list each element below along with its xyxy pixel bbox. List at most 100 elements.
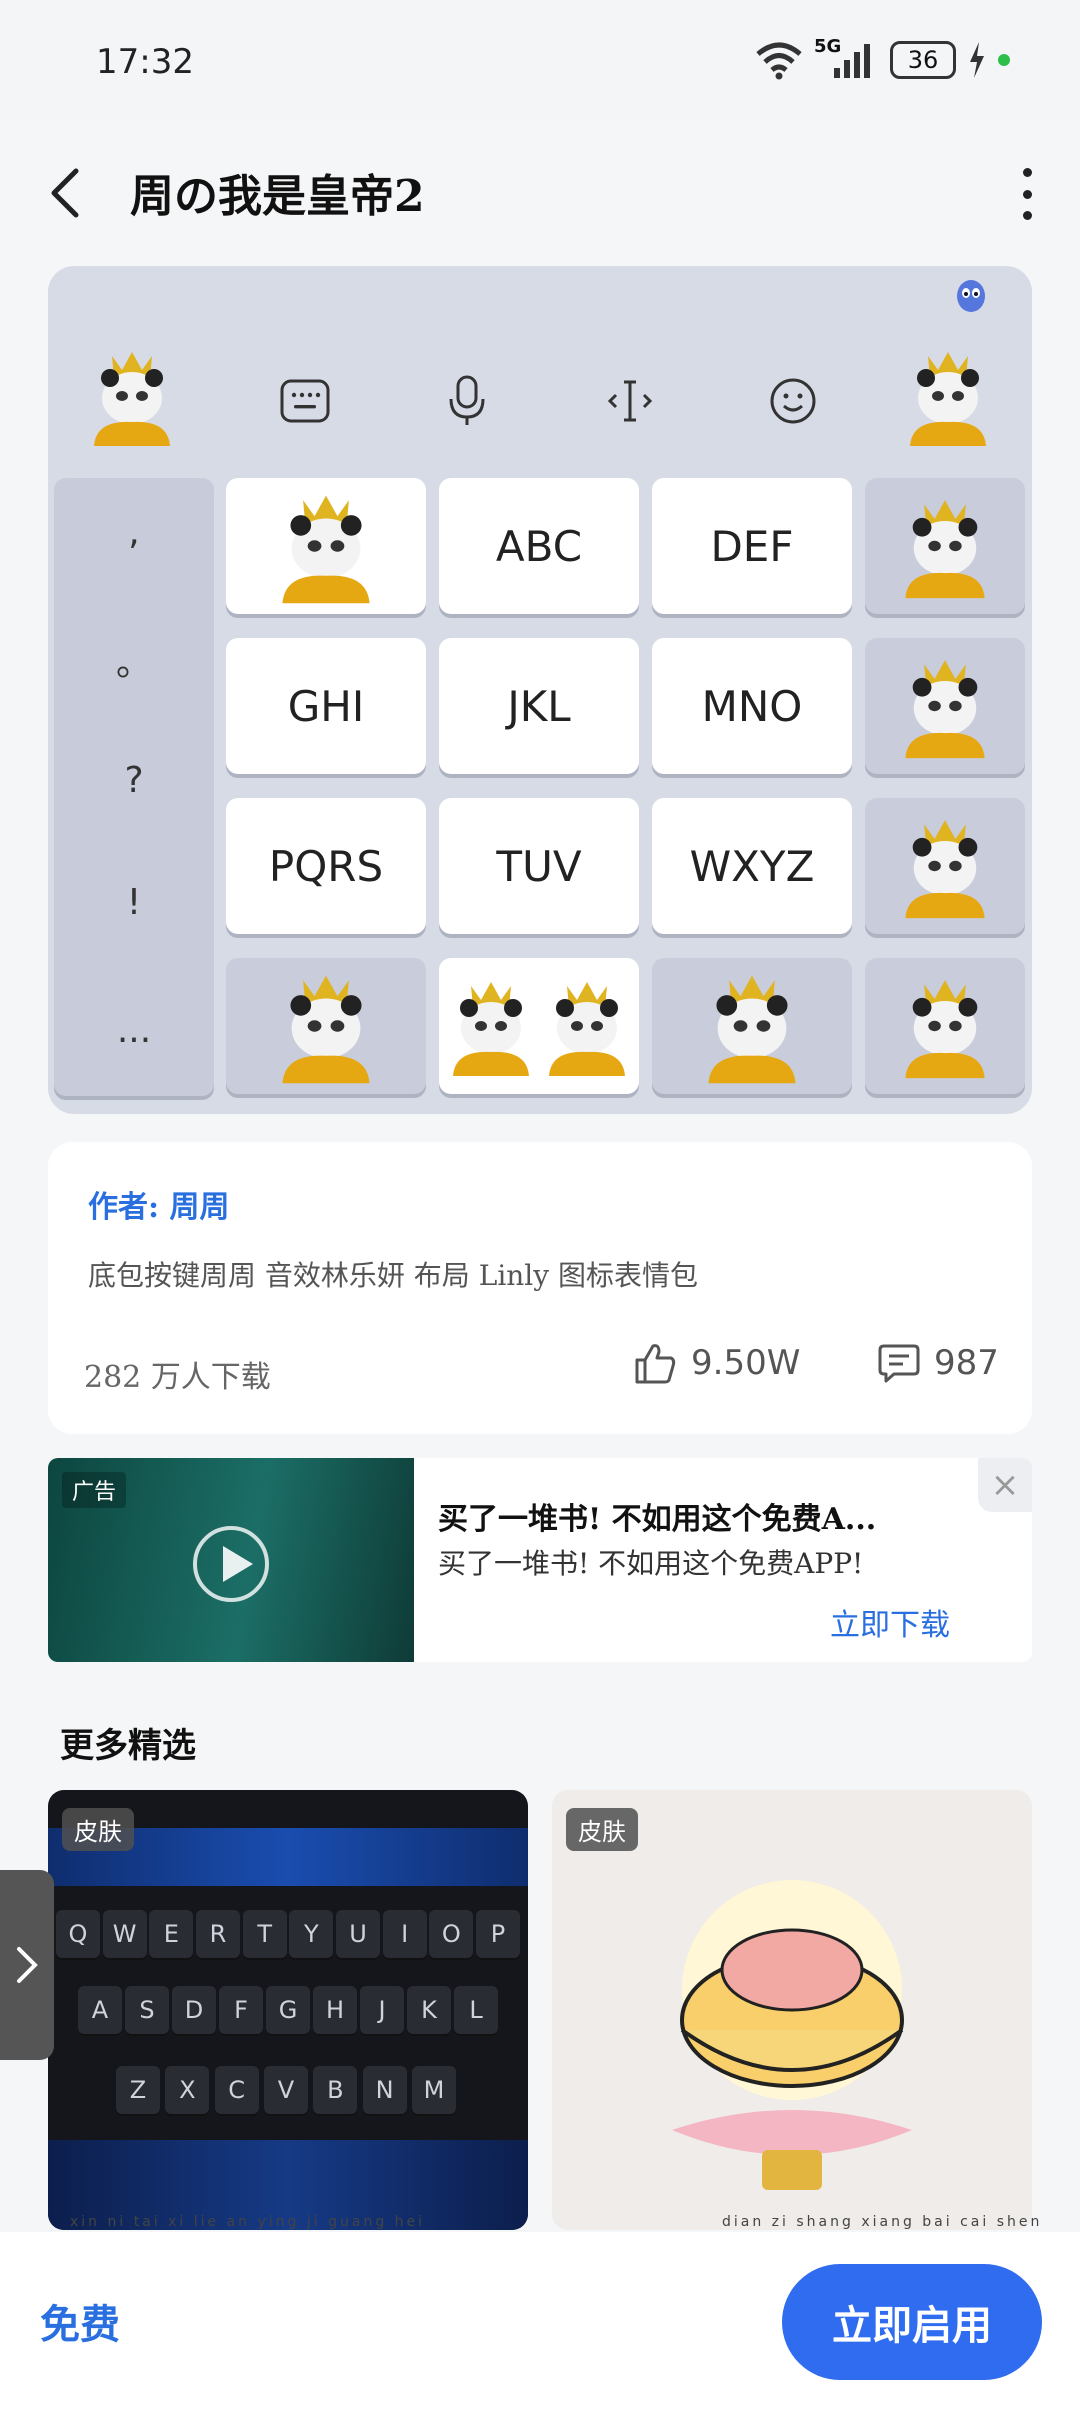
cursor-move-icon[interactable] (595, 366, 665, 436)
symbol-column: , 。 ? ! ... (54, 478, 214, 1096)
download-count: 282 万人下载 (84, 1352, 271, 1396)
status-bar: 17:32 5G 36 (0, 0, 1080, 120)
key-jkl[interactable]: JKL (439, 638, 639, 774)
charging-icon (970, 42, 984, 78)
key-def[interactable]: DEF (652, 478, 852, 614)
reenter-key[interactable] (865, 638, 1025, 774)
key-wxyz[interactable]: WXYZ (652, 798, 852, 934)
side-expand-handle[interactable] (0, 1870, 54, 2060)
key-mno[interactable]: MNO (652, 638, 852, 774)
mini-key-b: B (313, 2066, 358, 2114)
download-unit: 万人下载 (150, 1360, 271, 1395)
mini-key-r: R (196, 1910, 240, 1958)
delete-key[interactable] (865, 478, 1025, 614)
mini-key-y: Y (289, 1910, 334, 1958)
mini-key-d: D (172, 1986, 216, 2034)
like-count: 9.50W (691, 1343, 801, 1383)
mini-key-t: T (242, 1910, 287, 1958)
keyboard-layout-icon[interactable] (270, 366, 340, 436)
skin-caption: dian zi shang xiang bai cai shen (722, 2214, 1043, 2230)
mini-key-w: W (102, 1910, 147, 1958)
mini-key-i: I (382, 1910, 427, 1958)
author-name[interactable]: 周周 (170, 1190, 230, 1225)
like-button[interactable]: 9.50W (633, 1342, 800, 1384)
mini-key-z: Z (116, 2066, 160, 2114)
ad-download-button[interactable]: 立即下载 (830, 1600, 950, 1644)
mini-key-u: U (336, 1910, 380, 1958)
enter-key[interactable] (865, 958, 1025, 1094)
skin-card-dark[interactable]: QWERTYUIOP ASDFGHJKL ZXCVBNM 皮肤 (48, 1790, 528, 2230)
keyboard-toolbar (48, 336, 1032, 466)
page-title: 周の我是皇帝2 (130, 171, 425, 222)
more-options-icon[interactable] (1014, 168, 1040, 220)
mini-key-o: O (429, 1910, 474, 1958)
play-icon[interactable] (193, 1526, 269, 1602)
emperor-panda-sticker-icon (94, 352, 170, 446)
zero-key[interactable] (865, 798, 1025, 934)
mini-key-h: H (313, 1986, 357, 2034)
emoji-icon[interactable] (758, 366, 828, 436)
wifi-icon (756, 42, 802, 80)
ad-title: 买了一堆书! 不如用这个免费A... (438, 1502, 877, 1537)
microphone-icon[interactable] (432, 366, 502, 436)
mini-key-n: N (362, 2066, 407, 2114)
symbols-key[interactable] (226, 958, 426, 1094)
space-key[interactable] (439, 958, 639, 1094)
mini-keyboard-row: ASDFGHJKL (78, 1986, 498, 2042)
mini-key-f: F (219, 1986, 263, 2034)
language-key[interactable] (652, 958, 852, 1094)
mascot-icon (957, 280, 985, 312)
battery-level: 36 (907, 46, 939, 74)
mini-keyboard-row: ZXCVBNM (116, 2066, 456, 2122)
mini-key-s: S (125, 1986, 169, 2034)
download-number: 282 (84, 1360, 142, 1395)
skin-card-light[interactable]: 皮肤 (552, 1790, 1032, 2230)
emperor-panda-sticker-icon (708, 975, 796, 1084)
key-tuv[interactable]: TUV (439, 798, 639, 934)
symbol-key-exclamation[interactable]: ! (54, 882, 214, 923)
key-pqrs[interactable]: PQRS (226, 798, 426, 934)
mini-key-c: C (214, 2066, 259, 2114)
mini-key-e: E (149, 1910, 194, 1958)
mini-key-m: M (412, 2066, 456, 2114)
description-suffix: 图标表情包 (557, 1259, 698, 1292)
symbol-key-period[interactable]: 。 (54, 634, 214, 686)
chevron-right-icon (17, 1947, 38, 1983)
key-abc[interactable]: ABC (439, 478, 639, 614)
symbol-key-question[interactable]: ? (54, 760, 214, 801)
author-label: 作者: (88, 1190, 160, 1225)
skin-caption: xin ni tai xi lie an ying ji guang hei (70, 2214, 426, 2230)
back-arrow-icon[interactable] (46, 165, 86, 221)
signal-indicator: 5G (814, 36, 878, 80)
symbol-key-comma[interactable]: , (54, 512, 214, 553)
description-latin: Linly (478, 1259, 550, 1292)
privacy-dot-icon (998, 54, 1010, 66)
ad-subtitle: 买了一堆书! 不如用这个免费APP! (438, 1547, 864, 1580)
keyboard-skin-preview: , 。 ? ! ... ABC DEF GHI JKL MNO PQRS TUV… (48, 266, 1032, 1114)
comment-count: 987 (934, 1343, 999, 1383)
mini-key-x: X (165, 2066, 210, 2114)
thumbs-up-icon (635, 1344, 676, 1384)
close-icon[interactable]: × (978, 1458, 1032, 1512)
mini-key-p: P (476, 1910, 520, 1958)
network-type: 5G (814, 36, 842, 57)
symbol-key-ellipsis[interactable]: ... (54, 1010, 214, 1051)
ad-banner[interactable]: 广告 买了一堆书! 不如用这个免费A... 买了一堆书! 不如用这个免费APP!… (48, 1458, 1032, 1662)
key-ghi[interactable]: GHI (226, 638, 426, 774)
emperor-panda-sticker-icon (282, 495, 370, 604)
mini-key-q: Q (56, 1910, 100, 1958)
emperor-panda-sticker-icon (453, 982, 529, 1076)
enable-skin-button[interactable]: 立即启用 (782, 2264, 1042, 2380)
sticker-key[interactable] (226, 478, 426, 614)
ad-video-thumbnail[interactable]: 广告 (48, 1458, 414, 1662)
emperor-panda-sticker-icon (905, 500, 985, 599)
mini-key-k: K (407, 1986, 451, 2034)
golden-ingot-illustration (672, 1880, 912, 2190)
mini-key-j: J (360, 1986, 404, 2034)
mini-key-a: A (78, 1986, 122, 2034)
comment-button[interactable]: 987 (878, 1342, 999, 1384)
description-prefix: 底包按键周周 音效林乐妍 布局 (88, 1259, 470, 1292)
ad-label: 广告 (62, 1472, 127, 1508)
mini-keyboard-row: QWERTYUIOP (56, 1910, 520, 1966)
mini-key-v: V (264, 2066, 308, 2114)
